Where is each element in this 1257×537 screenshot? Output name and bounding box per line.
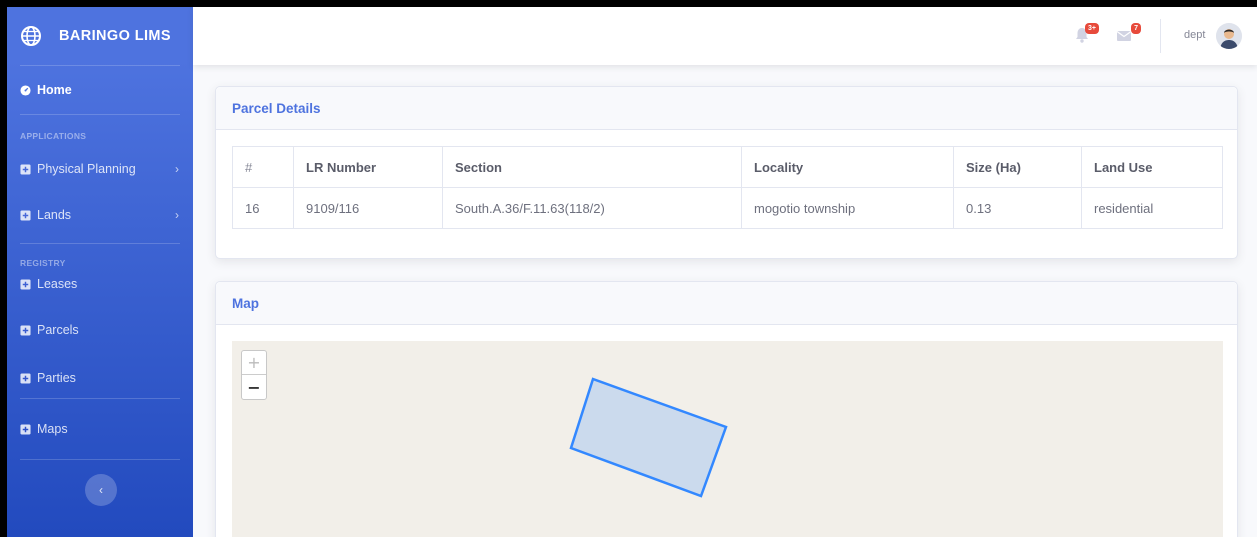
- plus-square-icon: [20, 423, 31, 435]
- sidebar-item-home[interactable]: Home: [7, 66, 193, 114]
- plus-square-icon: [20, 324, 31, 336]
- card-title: Parcel Details: [216, 87, 1237, 130]
- alerts-badge: 3+: [1085, 23, 1099, 34]
- topbar: 3+ 7 dept: [193, 7, 1257, 65]
- sidebar-item-label: Parties: [37, 371, 76, 385]
- plus-square-icon: [20, 163, 31, 175]
- sidebar-item-lands[interactable]: Lands ›: [7, 187, 193, 243]
- tachometer-icon: [20, 84, 31, 96]
- chevron-right-icon: ›: [175, 162, 179, 176]
- table-row[interactable]: 16 9109/116 South.A.36/F.11.63(118/2) mo…: [232, 187, 1223, 229]
- column-header: Locality: [741, 146, 954, 188]
- messages-badge: 7: [1131, 23, 1141, 34]
- sidebar-item-physical-planning[interactable]: Physical Planning ›: [7, 151, 193, 187]
- column-header: Size (Ha): [953, 146, 1082, 188]
- brand[interactable]: BARINGO LIMS: [7, 7, 193, 65]
- sidebar-item-label: Lands: [37, 208, 72, 222]
- table-cell: 0.13: [953, 187, 1082, 229]
- sidebar-item-label: Physical Planning: [37, 162, 136, 176]
- card-title: Map: [216, 282, 1237, 325]
- plus-square-icon: [20, 278, 31, 290]
- user-name[interactable]: dept: [1184, 29, 1205, 41]
- sidebar-item-label: Maps: [37, 422, 68, 436]
- parcel-polygon[interactable]: [569, 377, 728, 498]
- sidebar-item-label: Leases: [37, 277, 78, 291]
- table-cell: 9109/116: [293, 187, 443, 229]
- parcel-layer: [569, 377, 728, 498]
- plus-square-icon: [20, 209, 31, 221]
- table-cell: South.A.36/F.11.63(118/2): [442, 187, 742, 229]
- sidebar-item-leases[interactable]: Leases: [7, 274, 193, 294]
- sidebar-item-parcels[interactable]: Parcels: [7, 306, 193, 354]
- plus-square-icon: [20, 372, 31, 384]
- column-header: Land Use: [1081, 146, 1223, 188]
- map-card: Map + −: [215, 281, 1238, 537]
- table-cell: 16: [232, 187, 294, 229]
- app-frame: BARINGO LIMS Home APPLICATIONS Physical …: [7, 7, 1257, 537]
- map-view[interactable]: + −: [232, 341, 1223, 537]
- column-header: LR Number: [293, 146, 443, 188]
- topbar-divider: [1160, 19, 1161, 53]
- sidebar-item-label: Parcels: [37, 323, 79, 337]
- sidebar-item-parties[interactable]: Parties: [7, 354, 193, 402]
- globe-icon: [21, 26, 41, 46]
- alerts-button[interactable]: 3+: [1073, 23, 1099, 46]
- sidebar-divider: [20, 114, 180, 115]
- sidebar-item-label: Home: [37, 83, 72, 97]
- table-cell: residential: [1081, 187, 1223, 229]
- chevron-right-icon: ›: [175, 208, 179, 222]
- card-body: # LR Number Section Locality Size (Ha) L…: [216, 130, 1237, 245]
- card-body: + −: [216, 325, 1237, 537]
- brand-name: BARINGO LIMS: [59, 28, 171, 44]
- column-header: Section: [442, 146, 742, 188]
- table-header-row: # LR Number Section Locality Size (Ha) L…: [232, 146, 1223, 188]
- parcel-table: # LR Number Section Locality Size (Ha) L…: [232, 146, 1223, 229]
- chevron-left-icon: ‹: [99, 483, 103, 497]
- avatar[interactable]: [1216, 23, 1242, 49]
- column-header: #: [232, 146, 294, 188]
- sidebar-divider: [20, 459, 180, 460]
- sidebar: BARINGO LIMS Home APPLICATIONS Physical …: [7, 7, 193, 537]
- user-avatar-icon: [1216, 23, 1242, 49]
- messages-button[interactable]: 7: [1115, 23, 1141, 46]
- sidebar-item-maps[interactable]: Maps: [7, 399, 193, 459]
- sidebar-heading-applications: APPLICATIONS: [20, 131, 87, 141]
- parcel-details-card: Parcel Details # LR Number Section Local…: [215, 86, 1238, 259]
- sidebar-toggle-button[interactable]: ‹: [85, 474, 117, 506]
- table-cell: mogotio township: [741, 187, 954, 229]
